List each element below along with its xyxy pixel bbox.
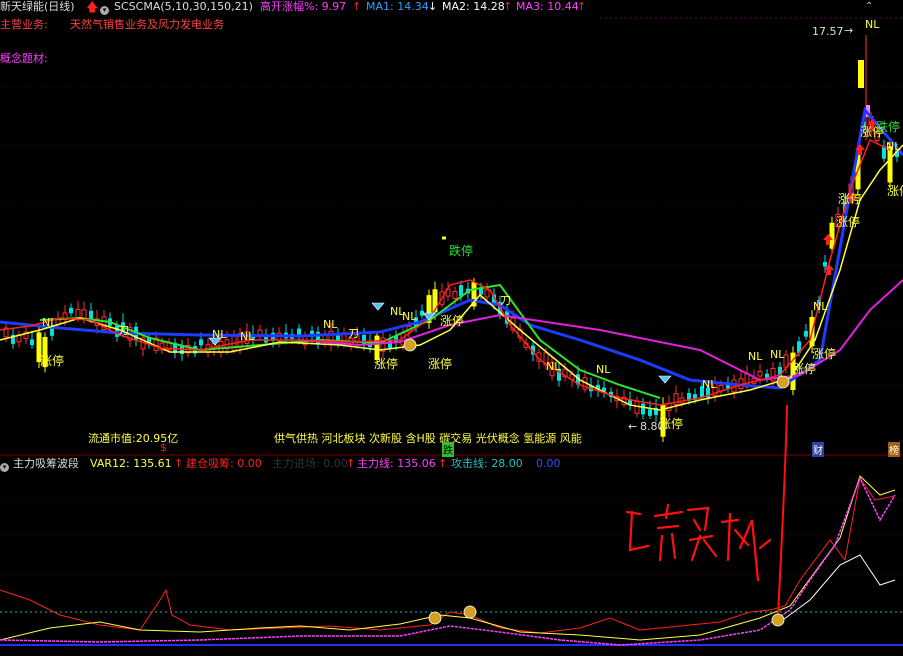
dao-label: 刀 bbox=[500, 294, 511, 307]
candle-body bbox=[829, 222, 835, 249]
low-arrow-icon: ← bbox=[628, 420, 638, 433]
up-arrow-icon: ↑ bbox=[174, 457, 184, 470]
attack-line-label: 攻击线: 28.00 bbox=[451, 457, 523, 470]
candle-body bbox=[452, 291, 458, 300]
candle-body bbox=[362, 334, 366, 346]
finance-badge[interactable]: 财 bbox=[812, 442, 824, 457]
limit-up-label: 涨停 bbox=[440, 314, 465, 328]
limit-up-label: 涨停 bbox=[887, 184, 903, 198]
candle-body bbox=[218, 341, 224, 353]
nl-label: NL bbox=[323, 318, 338, 331]
nl-label: NL bbox=[813, 300, 828, 313]
down-arrow-icon: ↓ bbox=[428, 0, 438, 13]
up-arrow-icon: ↑ bbox=[352, 0, 362, 13]
nl-label: NL bbox=[402, 310, 417, 323]
candle-body bbox=[180, 345, 184, 355]
sub-yellow-line bbox=[0, 475, 896, 641]
nl-label: NL bbox=[240, 330, 255, 343]
candle-body bbox=[484, 289, 490, 298]
main-business-value: 天然气销售业务及风力发电业务 bbox=[70, 18, 224, 31]
sub-white-line bbox=[779, 554, 896, 623]
stock-title[interactable]: 新天绿能(日线) bbox=[0, 0, 75, 14]
up-arrow-icon: ↑ bbox=[346, 457, 356, 470]
limit-up-label: 涨停 bbox=[40, 354, 65, 368]
ma1-label: MA1: 14.34 bbox=[366, 0, 429, 13]
indicator-name[interactable]: SCSCMA(5,10,30,150,21) bbox=[114, 0, 253, 14]
limit-up-label: 涨停 bbox=[836, 215, 861, 229]
handwritten-arrow bbox=[777, 404, 788, 616]
hidden-label: 主力进场: 0.00 bbox=[272, 457, 348, 470]
candle-body bbox=[804, 330, 808, 337]
diamond-icon bbox=[658, 375, 672, 384]
handwritten-stroke bbox=[625, 503, 772, 582]
up-arrow-icon: ↑ bbox=[577, 0, 587, 13]
high-arrow-icon: → bbox=[844, 24, 854, 37]
nl-label: NL bbox=[865, 18, 880, 31]
candle-body bbox=[757, 370, 763, 377]
money-bag-icon bbox=[776, 375, 790, 389]
indicator-dropdown-icon[interactable]: ▾ bbox=[100, 2, 109, 16]
limit-up-label: 涨停 bbox=[659, 417, 684, 431]
money-bag-icon bbox=[403, 338, 417, 352]
candle-body bbox=[648, 409, 652, 416]
candle-body bbox=[641, 403, 645, 415]
money-bag-icon bbox=[463, 605, 477, 619]
money-bag-icon bbox=[771, 613, 785, 627]
up-arrow-icon: ↑ bbox=[438, 457, 448, 470]
indicator-dropdown-icon[interactable]: ▾ bbox=[0, 458, 9, 472]
var12-label: VAR12: 135.61 bbox=[90, 457, 172, 470]
limit-down-label: 跌停 bbox=[449, 244, 474, 258]
fall-badge: 跌 bbox=[442, 442, 454, 457]
candle-body bbox=[858, 60, 864, 88]
candle-body bbox=[69, 307, 73, 314]
limit-up-label: 涨停 bbox=[374, 357, 399, 371]
chart-header: 新天绿能(日线) 🡅 ▾ SCSCMA(5,10,30,150,21) 高开涨幅… bbox=[0, 0, 903, 16]
limit-up-label: 涨停 bbox=[838, 192, 863, 206]
collapse-icon[interactable]: ⌃ bbox=[865, 0, 873, 14]
nl-label: NL bbox=[212, 328, 227, 341]
candle-body bbox=[30, 339, 34, 346]
limit-down-label: 跌停 bbox=[876, 120, 901, 134]
high-price-label: 17.57 bbox=[812, 25, 844, 38]
money-bag-icon bbox=[428, 611, 442, 625]
dao-label: 刀 bbox=[348, 327, 359, 340]
main-line-label: 主力线: 135.06 bbox=[357, 457, 436, 470]
up-arrow-icon: 🡅 bbox=[86, 0, 99, 14]
candle-body bbox=[50, 328, 54, 336]
gap-label: 高开涨幅%: 9.97 bbox=[260, 0, 347, 13]
candle-body bbox=[89, 310, 93, 320]
nl-label: NL bbox=[596, 363, 611, 376]
ma3-label: MA3: 10.44 bbox=[516, 0, 579, 13]
up-arrow-icon: ↑ bbox=[503, 0, 513, 13]
dollar-icon: $ bbox=[160, 441, 167, 454]
candle-body bbox=[634, 401, 640, 414]
limit-up-label: 涨停 bbox=[792, 362, 817, 376]
nl-label: NL bbox=[546, 360, 561, 373]
main-business-label: 主营业务: bbox=[0, 18, 48, 31]
build-label: 建仓吸筹: 0.00 bbox=[186, 457, 262, 470]
candle-body bbox=[81, 309, 87, 319]
nl-label: NL bbox=[770, 348, 785, 361]
sub-magenta-line bbox=[0, 476, 896, 646]
zero-label: 0.00 bbox=[536, 457, 561, 470]
diamond-icon bbox=[371, 302, 385, 311]
concept-list: 供气供热 河北板块 次新股 含H股 碳交易 光伏概念 氢能源 风能 bbox=[274, 432, 582, 445]
sub-title[interactable]: 主力吸筹波段 bbox=[13, 457, 79, 471]
sub-indicator-header: ▾ 主力吸筹波段 VAR12: 135.61 ↑ 建仓吸筹: 0.00 主力进场… bbox=[0, 457, 903, 472]
limit-up-label: 涨停 bbox=[812, 347, 837, 361]
nl-label: NL bbox=[702, 378, 717, 391]
limit-up-label: 涨停 bbox=[428, 357, 453, 371]
nl-label: NL bbox=[748, 350, 763, 363]
concept-label: 概念题材: bbox=[0, 52, 48, 65]
candle-body bbox=[199, 339, 203, 346]
dao-label: 刀 bbox=[118, 324, 129, 337]
nl-label: NL bbox=[42, 316, 57, 329]
rank-badge[interactable]: 榜 bbox=[888, 442, 900, 457]
nl-label: NL bbox=[886, 140, 901, 153]
ma2-label: MA2: 14.28 bbox=[442, 0, 505, 13]
candle-body bbox=[75, 308, 81, 318]
candle-body bbox=[823, 261, 827, 267]
sub-red-line bbox=[0, 476, 896, 634]
